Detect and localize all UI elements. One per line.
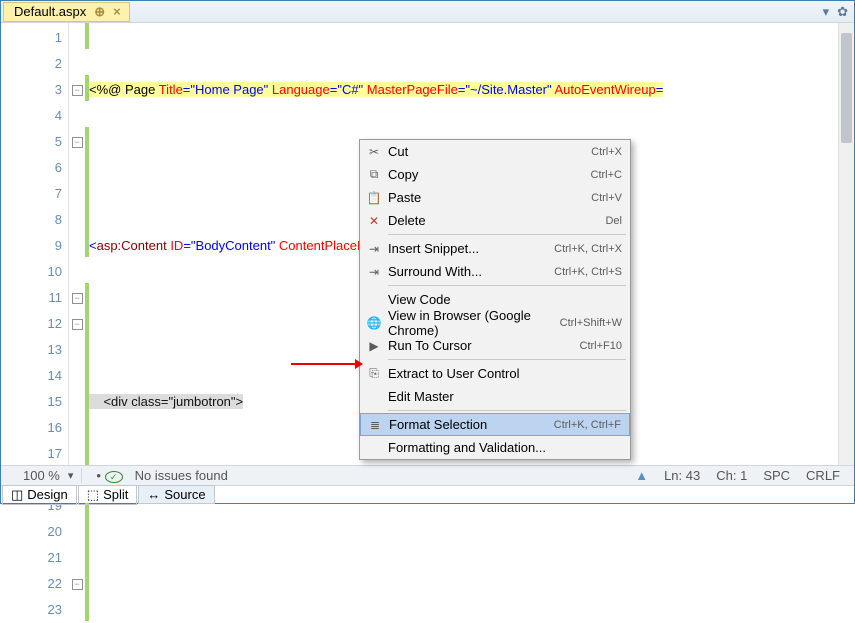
menu-item-view-in-browser-google-chrome-[interactable]: 🌐View in Browser (Google Chrome)Ctrl+Shi… [360, 311, 630, 334]
line-indicator: Ln: 43 [656, 468, 708, 483]
scrollbar[interactable] [838, 23, 854, 479]
check-icon: ✓ [105, 471, 123, 483]
design-view-button[interactable]: ◫ Design [2, 485, 77, 505]
fold-icon[interactable]: − [72, 319, 83, 330]
close-icon[interactable]: × [113, 4, 121, 19]
menu-item-delete[interactable]: ✕DeleteDel [360, 209, 630, 232]
status-bar: 100 % ▾ • ✓No issues found ▲ Ln: 43 Ch: … [1, 465, 854, 485]
line-numbers: 1234567891011121314151617181920212223 [1, 23, 69, 479]
menu-item-insert-snippet-[interactable]: ⇥Insert Snippet...Ctrl+K, Ctrl+X [360, 237, 630, 260]
split-view-button[interactable]: ⬚ Split [78, 485, 138, 505]
annotation-arrow [291, 363, 361, 365]
menu-item-formatting-and-validation-[interactable]: Formatting and Validation... [360, 436, 630, 459]
title-bar: Default.aspx ⊕ × ▾ ✿ [1, 1, 854, 23]
tab-label: Default.aspx [14, 4, 86, 19]
spaces-indicator: SPC [755, 468, 798, 483]
fold-icon[interactable]: − [72, 579, 83, 590]
view-bar: ◫ Design ⬚ Split ↔ Source [1, 485, 854, 503]
fold-icon[interactable]: − [72, 293, 83, 304]
zoom-level[interactable]: 100 % ▾ [7, 468, 82, 483]
menu-item-surround-with-[interactable]: ⇥Surround With...Ctrl+K, Ctrl+S [360, 260, 630, 283]
menu-item-format-selection[interactable]: ≣Format SelectionCtrl+K, Ctrl+F [360, 413, 630, 436]
fold-gutter: −−−−− [69, 23, 85, 479]
source-view-button[interactable]: ↔ Source [138, 485, 214, 504]
fold-icon[interactable]: − [72, 137, 83, 148]
col-indicator: Ch: 1 [708, 468, 755, 483]
gear-icon[interactable]: ✿ [837, 4, 848, 20]
issues-label: No issues found [127, 468, 236, 483]
menu-item-edit-master[interactable]: Edit Master [360, 385, 630, 408]
menu-item-cut[interactable]: ✂CutCtrl+X [360, 140, 630, 163]
menu-item-extract-to-user-control[interactable]: ⎘Extract to User Control [360, 362, 630, 385]
menu-item-run-to-cursor[interactable]: ▶Run To CursorCtrl+F10 [360, 334, 630, 357]
file-tab[interactable]: Default.aspx ⊕ × [3, 2, 130, 22]
menu-item-paste[interactable]: 📋PasteCtrl+V [360, 186, 630, 209]
pin-icon[interactable]: ⊕ [94, 4, 105, 20]
eol-indicator: CRLF [798, 468, 848, 483]
dropdown-icon[interactable]: ▾ [823, 4, 830, 20]
context-menu: ✂CutCtrl+X⧉CopyCtrl+C📋PasteCtrl+V✕Delete… [359, 139, 631, 460]
scrollbar-thumb[interactable] [841, 33, 852, 143]
fold-icon[interactable]: − [72, 85, 83, 96]
menu-item-copy[interactable]: ⧉CopyCtrl+C [360, 163, 630, 186]
